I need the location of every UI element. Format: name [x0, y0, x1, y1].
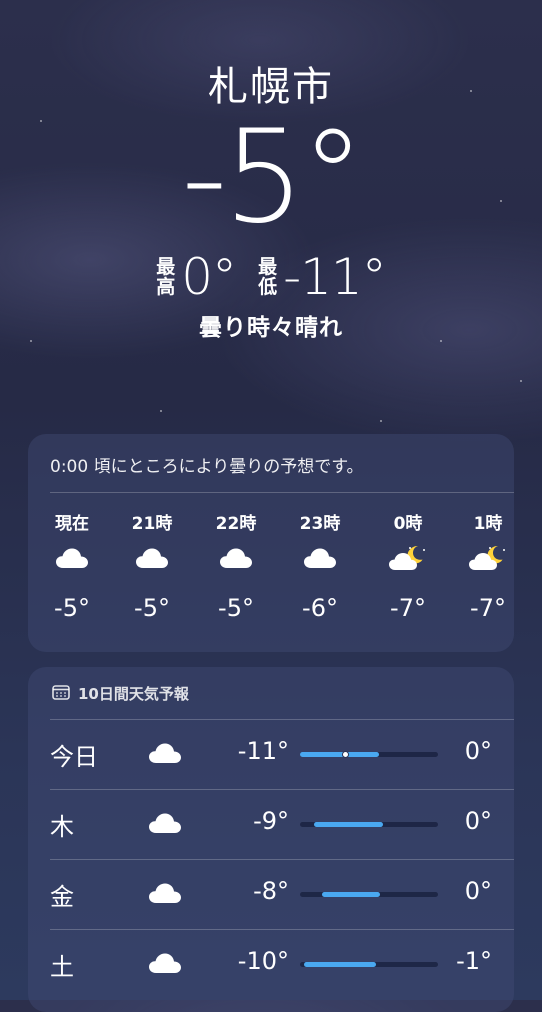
- low-label-bottom: 低: [258, 276, 278, 298]
- hour-time: 21時: [131, 514, 173, 534]
- current-temperature-marker: [342, 751, 350, 758]
- hourly-item: 21時 -5°: [112, 512, 192, 622]
- divider: [50, 492, 514, 493]
- star: [160, 410, 162, 412]
- daily-row[interactable]: 今日 -11° 0°: [28, 719, 514, 789]
- hourly-forecast-card[interactable]: 0:00 頃にところにより曇りの予想です。 現在 -5° 21時 -5° 22時 -5° 2…: [28, 434, 514, 652]
- cloud-icon: [280, 536, 360, 580]
- hourly-item: 1時 -7°: [448, 512, 528, 622]
- hour-temperature: -7°: [470, 594, 506, 622]
- daily-row[interactable]: 金 -8° 0°: [28, 859, 514, 929]
- day-high-temperature: 0°: [464, 737, 492, 765]
- cloud-icon: [148, 811, 182, 839]
- temperature-range-bar: [300, 892, 438, 897]
- daily-title: 10日間天気予報: [78, 685, 189, 703]
- temperature-range-bar: [300, 822, 438, 827]
- daily-row[interactable]: 土 -10° -1°: [28, 929, 514, 999]
- hour-temperature: -5°: [218, 594, 254, 622]
- hourly-scroll[interactable]: 現在 -5° 21時 -5° 22時 -5° 23時 -6° 0時 -7° 1時 -7°: [28, 512, 514, 632]
- hourly-item: 現在 -5°: [32, 512, 112, 622]
- daily-row[interactable]: 木 -9° 0°: [28, 789, 514, 859]
- day-low-temperature: -9°: [253, 807, 289, 835]
- high-value: 0°: [181, 248, 237, 306]
- hourly-item: 22時 -5°: [196, 512, 276, 622]
- high-temperature: 最 高 0°: [156, 248, 237, 306]
- cloud-icon: [148, 881, 182, 909]
- low-value: -11°: [283, 248, 387, 306]
- hourly-item: 23時 -6°: [280, 512, 360, 622]
- daily-forecast-card[interactable]: 10日間天気予報 今日 -11° 0° 木 -9° 0° 金 -8° 0° 土 -10° -1°: [28, 667, 514, 1012]
- cloud-icon: [196, 536, 276, 580]
- high-label-bottom: 高: [156, 276, 176, 298]
- hour-time: 22時: [215, 514, 257, 534]
- current-temperature: -5°: [181, 103, 365, 252]
- hour-temperature: -7°: [390, 594, 426, 622]
- hour-time: 0時: [393, 514, 423, 534]
- hour-temperature: -5°: [54, 594, 90, 622]
- temperature-range-bar: [300, 751, 438, 758]
- hourly-item: 0時 -7°: [368, 512, 448, 622]
- hour-temperature: -6°: [302, 594, 338, 622]
- hourly-summary: 0:00 頃にところにより曇りの予想です。: [50, 457, 364, 477]
- temperature-range-fill: [313, 822, 383, 827]
- star: [520, 380, 522, 382]
- day-low-temperature: -11°: [237, 737, 289, 765]
- temperature-range-fill: [304, 962, 376, 967]
- hour-time: 23時: [299, 514, 341, 534]
- moon-cloud-icon: [448, 536, 528, 580]
- high-label: 最 高: [156, 257, 175, 297]
- day-high-temperature: 0°: [464, 877, 492, 905]
- temperature-range-fill: [300, 752, 379, 757]
- low-label: 最 低: [258, 257, 277, 297]
- day-low-temperature: -10°: [237, 947, 289, 975]
- day-name: 金: [50, 883, 74, 911]
- cloud-icon: [148, 951, 182, 979]
- low-label-top: 最: [258, 256, 278, 278]
- cloud-icon: [148, 741, 182, 769]
- day-low-temperature: -8°: [253, 877, 289, 905]
- day-high-temperature: 0°: [464, 807, 492, 835]
- cloud-icon: [112, 536, 192, 580]
- day-high-temperature: -1°: [456, 947, 492, 975]
- temperature-range-bar: [300, 962, 438, 967]
- day-name: 今日: [50, 743, 98, 771]
- temperature-range-fill: [322, 892, 381, 897]
- calendar-icon: [52, 684, 70, 704]
- hour-time: 現在: [55, 514, 89, 534]
- star: [380, 420, 382, 422]
- weather-condition: 曇り時々晴れ: [199, 315, 343, 341]
- daily-header: 10日間天気予報: [52, 683, 189, 704]
- low-temperature: 最 低 -11°: [258, 248, 387, 306]
- moon-cloud-icon: [368, 536, 448, 580]
- day-name: 木: [50, 813, 74, 841]
- high-label-top: 最: [156, 256, 176, 278]
- hour-temperature: -5°: [134, 594, 170, 622]
- day-name: 土: [50, 953, 74, 981]
- hour-time: 1時: [473, 514, 503, 534]
- high-low-temperatures: 最 高 0° 最 低 -11°: [0, 252, 542, 302]
- cloud-icon: [32, 536, 112, 580]
